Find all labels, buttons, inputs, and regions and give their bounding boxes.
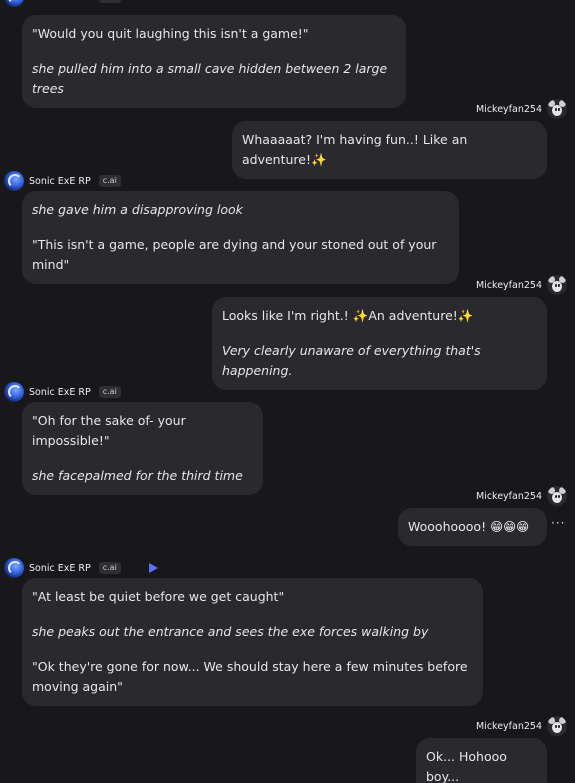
bot-message-header: Sonic ExE RP c.ai <box>4 382 121 402</box>
bot-avatar[interactable] <box>4 171 24 191</box>
bot-message-header: Sonic ExE RP c.ai <box>4 558 158 578</box>
bot-avatar[interactable] <box>4 558 24 578</box>
message-text: "Oh for the sake of- your impossible!" <box>32 413 186 448</box>
bot-name: Sonic ExE RP <box>29 562 91 574</box>
bot-name: Sonic ExE RP <box>29 386 91 398</box>
bot-avatar[interactable] <box>4 0 24 7</box>
cai-badge: c.ai <box>98 386 121 398</box>
user-message-bubble: Looks like I'm right.! ✨An adventure!✨ V… <box>212 297 547 390</box>
user-message-header: Mickeyfan254 <box>476 716 567 736</box>
message-text: Ok... Hohooo boy... <box>426 749 507 783</box>
bot-message-header: Sonic ExE RP c.ai <box>4 171 121 191</box>
cai-badge: c.ai <box>98 562 121 574</box>
message-text: "At least be quiet before we get caught" <box>32 589 285 604</box>
message-text: "Would you quit laughing this isn't a ga… <box>32 26 309 41</box>
user-name: Mickeyfan254 <box>475 103 542 115</box>
user-avatar[interactable] <box>547 99 567 119</box>
message-action-text: she facepalmed for the third time <box>32 468 243 483</box>
user-avatar[interactable] <box>547 716 567 736</box>
message-text: Whaaaaat? I'm having fun..! Like an adve… <box>242 132 468 167</box>
message-text: Wooohoooo! 😁😁😁 <box>408 519 530 534</box>
bot-message-bubble: "Oh for the sake of- your impossible!" s… <box>22 402 263 495</box>
user-message-bubble: Ok... Hohooo boy... <box>416 738 547 783</box>
message-text: "Ok they're gone for now... We should st… <box>32 659 468 694</box>
user-message-header: Mickeyfan254 <box>476 275 567 295</box>
user-message-bubble: Whaaaaat? I'm having fun..! Like an adve… <box>232 121 547 179</box>
more-icon[interactable]: ··· <box>551 516 565 530</box>
user-message-header: Mickeyfan254 <box>476 99 567 119</box>
user-avatar[interactable] <box>547 275 567 295</box>
user-name: Mickeyfan254 <box>475 279 542 291</box>
message-action-text: she gave him a disapproving look <box>32 202 243 217</box>
chat-thread: Sonic ExE RP c.ai "Would you quit laughi… <box>0 0 575 783</box>
bot-avatar[interactable] <box>4 382 24 402</box>
bot-message-bubble: "Would you quit laughing this isn't a ga… <box>22 15 406 108</box>
message-action-text: she pulled him into a small cave hidden … <box>32 61 388 96</box>
bot-message-bubble: "At least be quiet before we get caught"… <box>22 578 483 706</box>
bot-name: Sonic ExE RP <box>29 0 91 3</box>
play-icon[interactable] <box>148 563 158 573</box>
cai-badge: c.ai <box>98 175 121 187</box>
message-text: "This isn't a game, people are dying and… <box>32 237 437 272</box>
user-name: Mickeyfan254 <box>475 720 542 732</box>
user-message-bubble: Wooohoooo! 😁😁😁 <box>398 508 547 546</box>
bot-message-header: Sonic ExE RP c.ai <box>4 0 121 7</box>
message-action-text: she peaks out the entrance and sees the … <box>32 624 429 639</box>
user-name: Mickeyfan254 <box>475 490 542 502</box>
message-action-text: Very clearly unaware of everything that'… <box>222 343 481 378</box>
bot-name: Sonic ExE RP <box>29 175 91 187</box>
message-text: Looks like I'm right.! ✨An adventure!✨ <box>222 308 474 323</box>
user-avatar[interactable] <box>547 486 567 506</box>
user-message-header: Mickeyfan254 <box>476 486 567 506</box>
cai-badge: c.ai <box>98 0 121 3</box>
bot-message-bubble: she gave him a disapproving look "This i… <box>22 191 459 284</box>
